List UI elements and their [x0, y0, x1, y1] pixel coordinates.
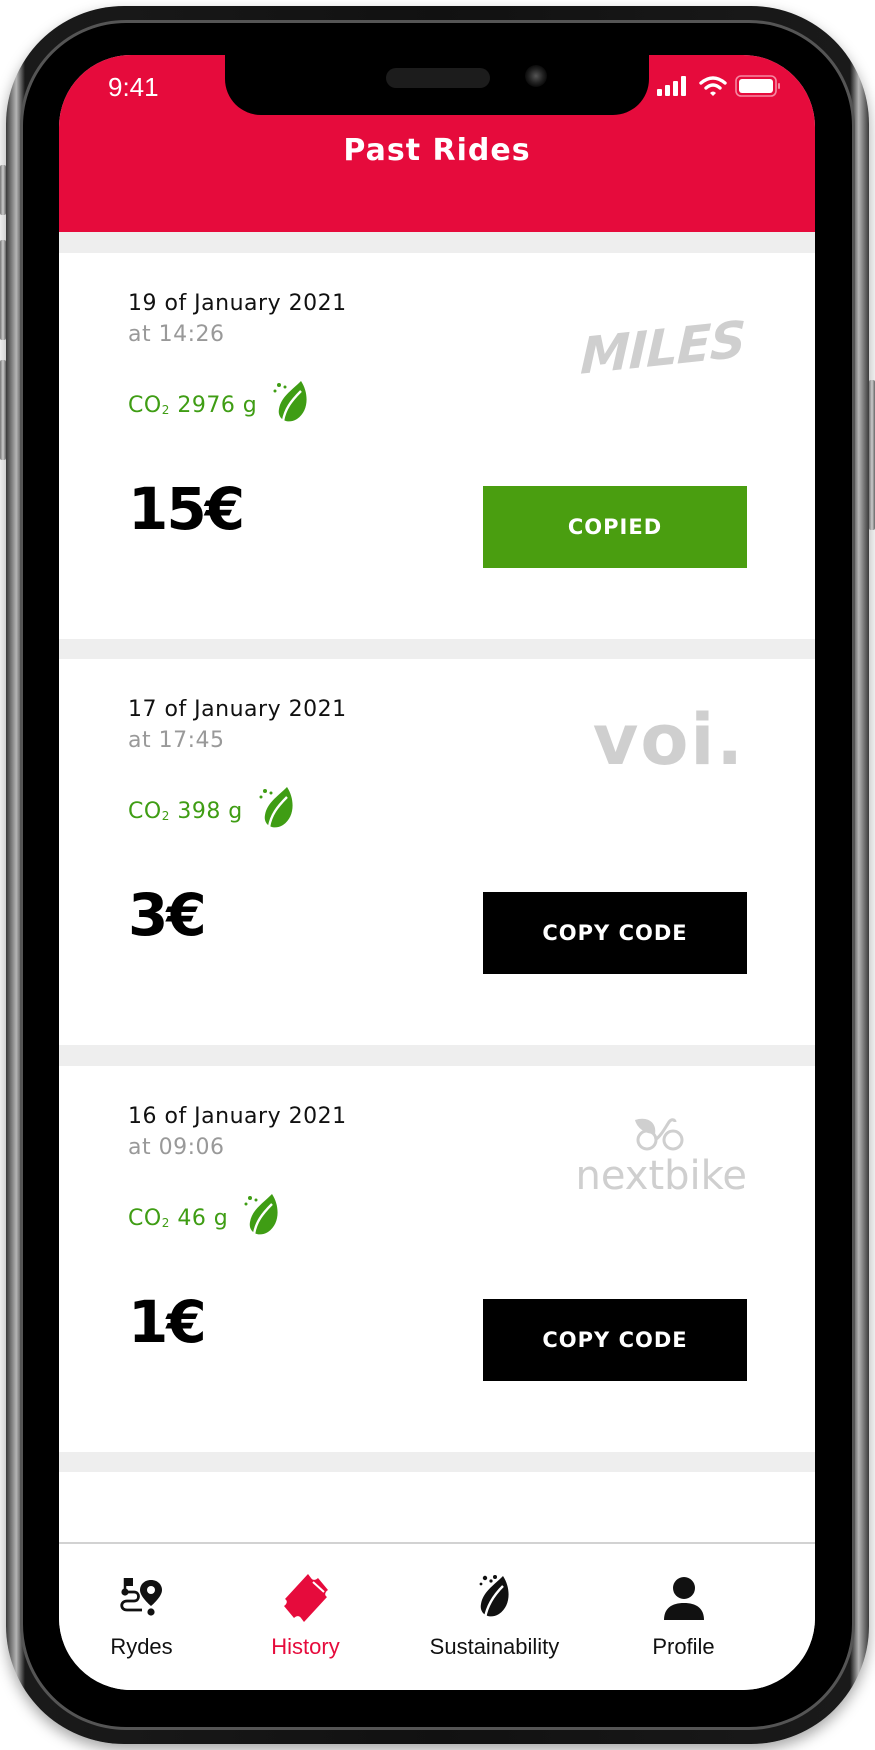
signal-icon — [657, 76, 686, 96]
co2-saved: CO 2 46 g — [128, 1194, 280, 1240]
copy-code-button[interactable]: COPY CODE — [483, 1299, 747, 1381]
ride-price: 15€ — [128, 475, 245, 543]
ride-time: at 14:26 — [128, 322, 225, 347]
co2-subscript: 2 — [161, 809, 170, 823]
power-button — [869, 380, 875, 530]
device-notch — [225, 55, 649, 115]
leaf-icon — [479, 1575, 509, 1619]
tab-profile[interactable]: Profile — [589, 1544, 778, 1690]
front-camera — [525, 65, 547, 87]
leaf-icon — [259, 787, 293, 828]
ride-time: at 17:45 — [128, 728, 225, 753]
nextbike-bike-icon — [635, 1118, 684, 1151]
tab-label: Profile — [652, 1634, 715, 1659]
ride-card: 19 of January 2021 at 14:26 CO 2 2976 g 1… — [59, 253, 815, 639]
co2-label: CO — [128, 1205, 162, 1231]
co2-saved: CO 2 398 g — [128, 787, 295, 833]
leaf-icon — [273, 381, 307, 422]
co2-value: 2976 g — [169, 392, 258, 418]
ride-date: 16 of January 2021 — [128, 1104, 347, 1129]
provider-name: nextbike — [575, 1153, 747, 1199]
header-bar: 9:41 Past Rides — [59, 55, 815, 232]
speaker-grille — [386, 68, 490, 88]
tab-rydes[interactable]: Rydes — [59, 1544, 236, 1690]
status-time: 9:41 — [108, 72, 159, 102]
co2-subscript: 2 — [161, 403, 170, 417]
ticket-icon — [283, 1574, 328, 1622]
copied-button[interactable]: COPIED — [483, 486, 747, 568]
ride-price: 3€ — [128, 881, 207, 949]
tab-label: History — [271, 1634, 340, 1659]
app-screen: 9:41 Past Rides 19 of January 2021 at 14… — [59, 55, 815, 1690]
co2-subscript: 2 — [161, 1216, 170, 1230]
provider-logo-voi: voi. — [592, 699, 745, 781]
volume-up-button — [0, 240, 6, 340]
ride-price: 1€ — [128, 1288, 207, 1356]
status-icons — [657, 75, 781, 97]
bottom-tab-bar: Rydes History Sustainability Profile — [59, 1542, 815, 1690]
co2-value: 398 g — [169, 798, 243, 824]
tab-label: Rydes — [110, 1634, 173, 1659]
ride-date: 19 of January 2021 — [128, 291, 347, 316]
tab-label: Sustainability — [429, 1634, 560, 1659]
battery-icon — [735, 75, 780, 97]
ride-card: 16 of January 2021 at 09:06 CO 2 46 g 1€ … — [59, 1066, 815, 1452]
leaf-icon — [244, 1194, 278, 1235]
ride-date: 17 of January 2021 — [128, 697, 347, 722]
mute-switch — [0, 165, 6, 215]
ride-card: 17 of January 2021 at 17:45 CO 2 398 g 3€… — [59, 659, 815, 1045]
tab-history[interactable]: History — [211, 1544, 400, 1690]
tab-sustainability[interactable]: Sustainability — [400, 1544, 589, 1690]
page-title: Past Rides — [343, 133, 531, 168]
ride-time: at 09:06 — [128, 1135, 225, 1160]
route-pin-icon — [119, 1578, 162, 1616]
co2-label: CO — [128, 392, 162, 418]
provider-logo-miles: MILES — [579, 310, 746, 386]
co2-label: CO — [128, 798, 162, 824]
provider-logo-nextbike: nextbike — [576, 1116, 747, 1196]
ride-card-partial — [59, 1472, 815, 1542]
volume-down-button — [0, 360, 6, 460]
person-icon — [663, 1577, 704, 1620]
copy-code-button[interactable]: COPY CODE — [483, 892, 747, 974]
co2-saved: CO 2 2976 g — [128, 381, 309, 427]
wifi-icon — [699, 76, 727, 96]
co2-value: 46 g — [169, 1205, 229, 1231]
